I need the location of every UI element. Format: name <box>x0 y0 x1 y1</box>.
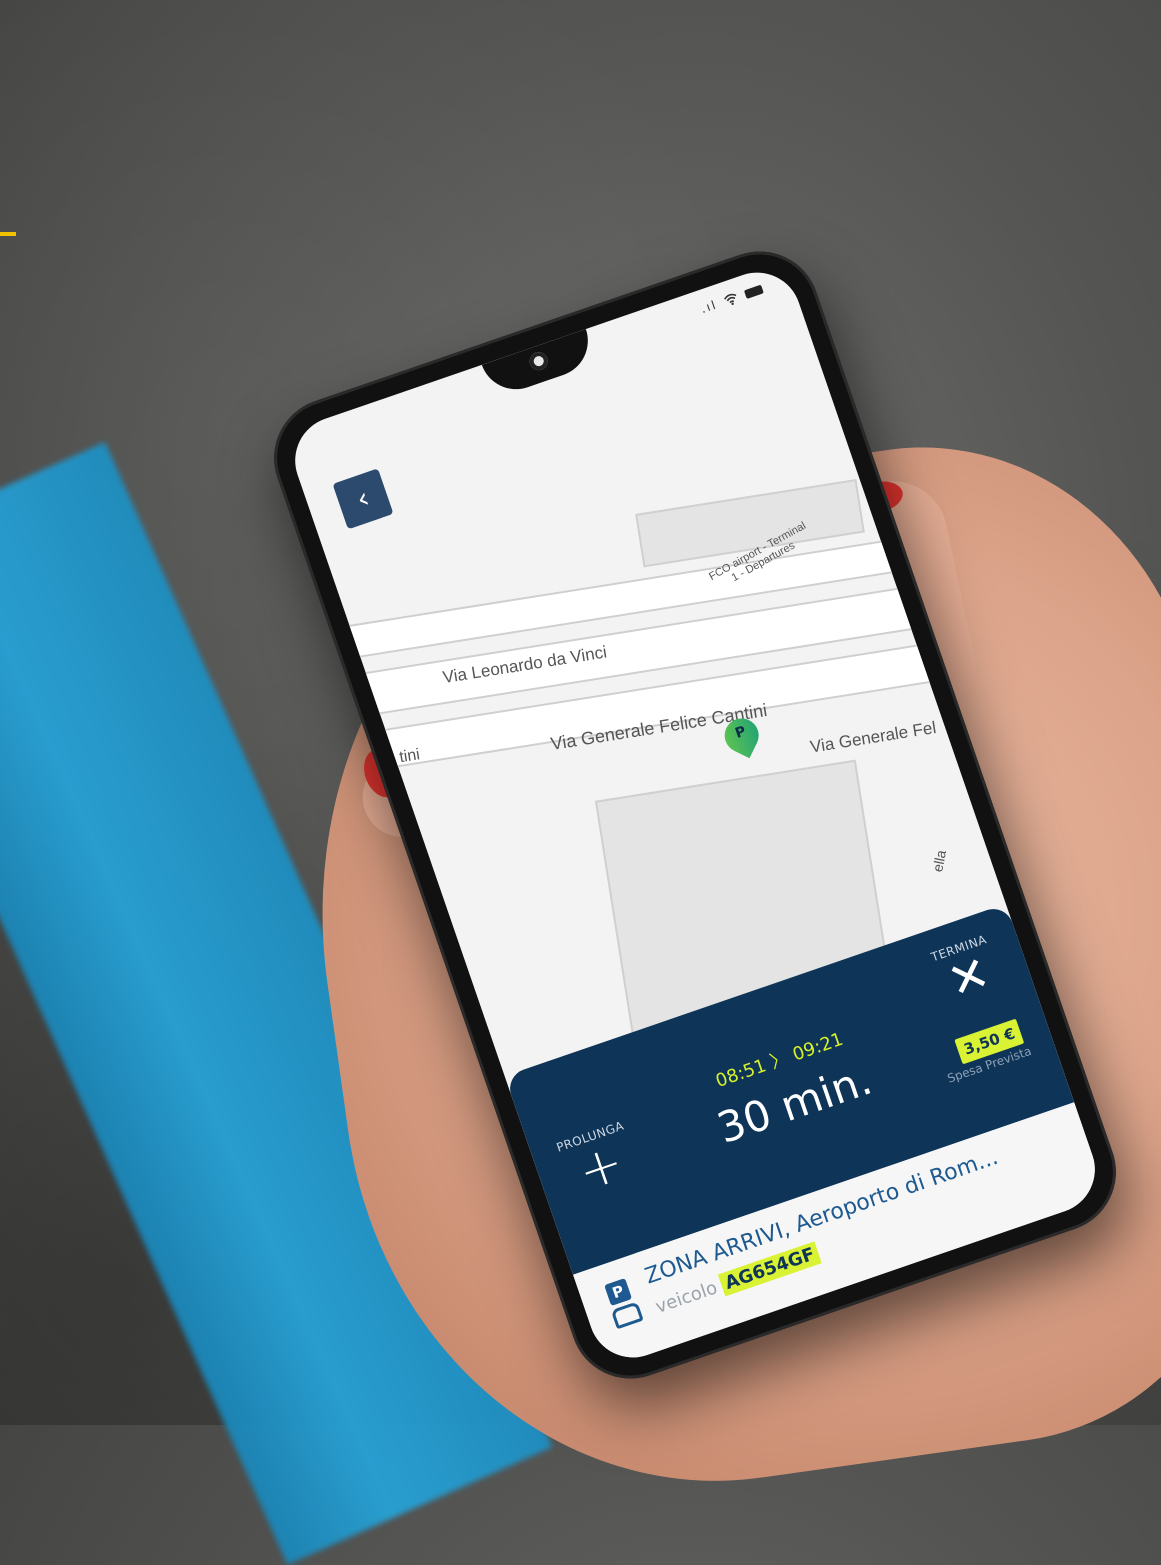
yellow-marker <box>0 232 16 236</box>
arrow-right-icon: 〉 <box>767 1047 792 1074</box>
parking-icon: P <box>604 1278 633 1307</box>
end-time: 09:21 <box>789 1028 846 1066</box>
map-street-label: tini <box>398 746 422 767</box>
map-street-label: ella <box>929 848 950 874</box>
start-time: 08:51 <box>713 1055 769 1092</box>
chevron-left-icon: ‹ <box>352 480 374 516</box>
front-camera <box>527 349 551 373</box>
map-street-label: Via Generale Fel <box>808 717 938 757</box>
car-icon <box>610 1301 644 1330</box>
